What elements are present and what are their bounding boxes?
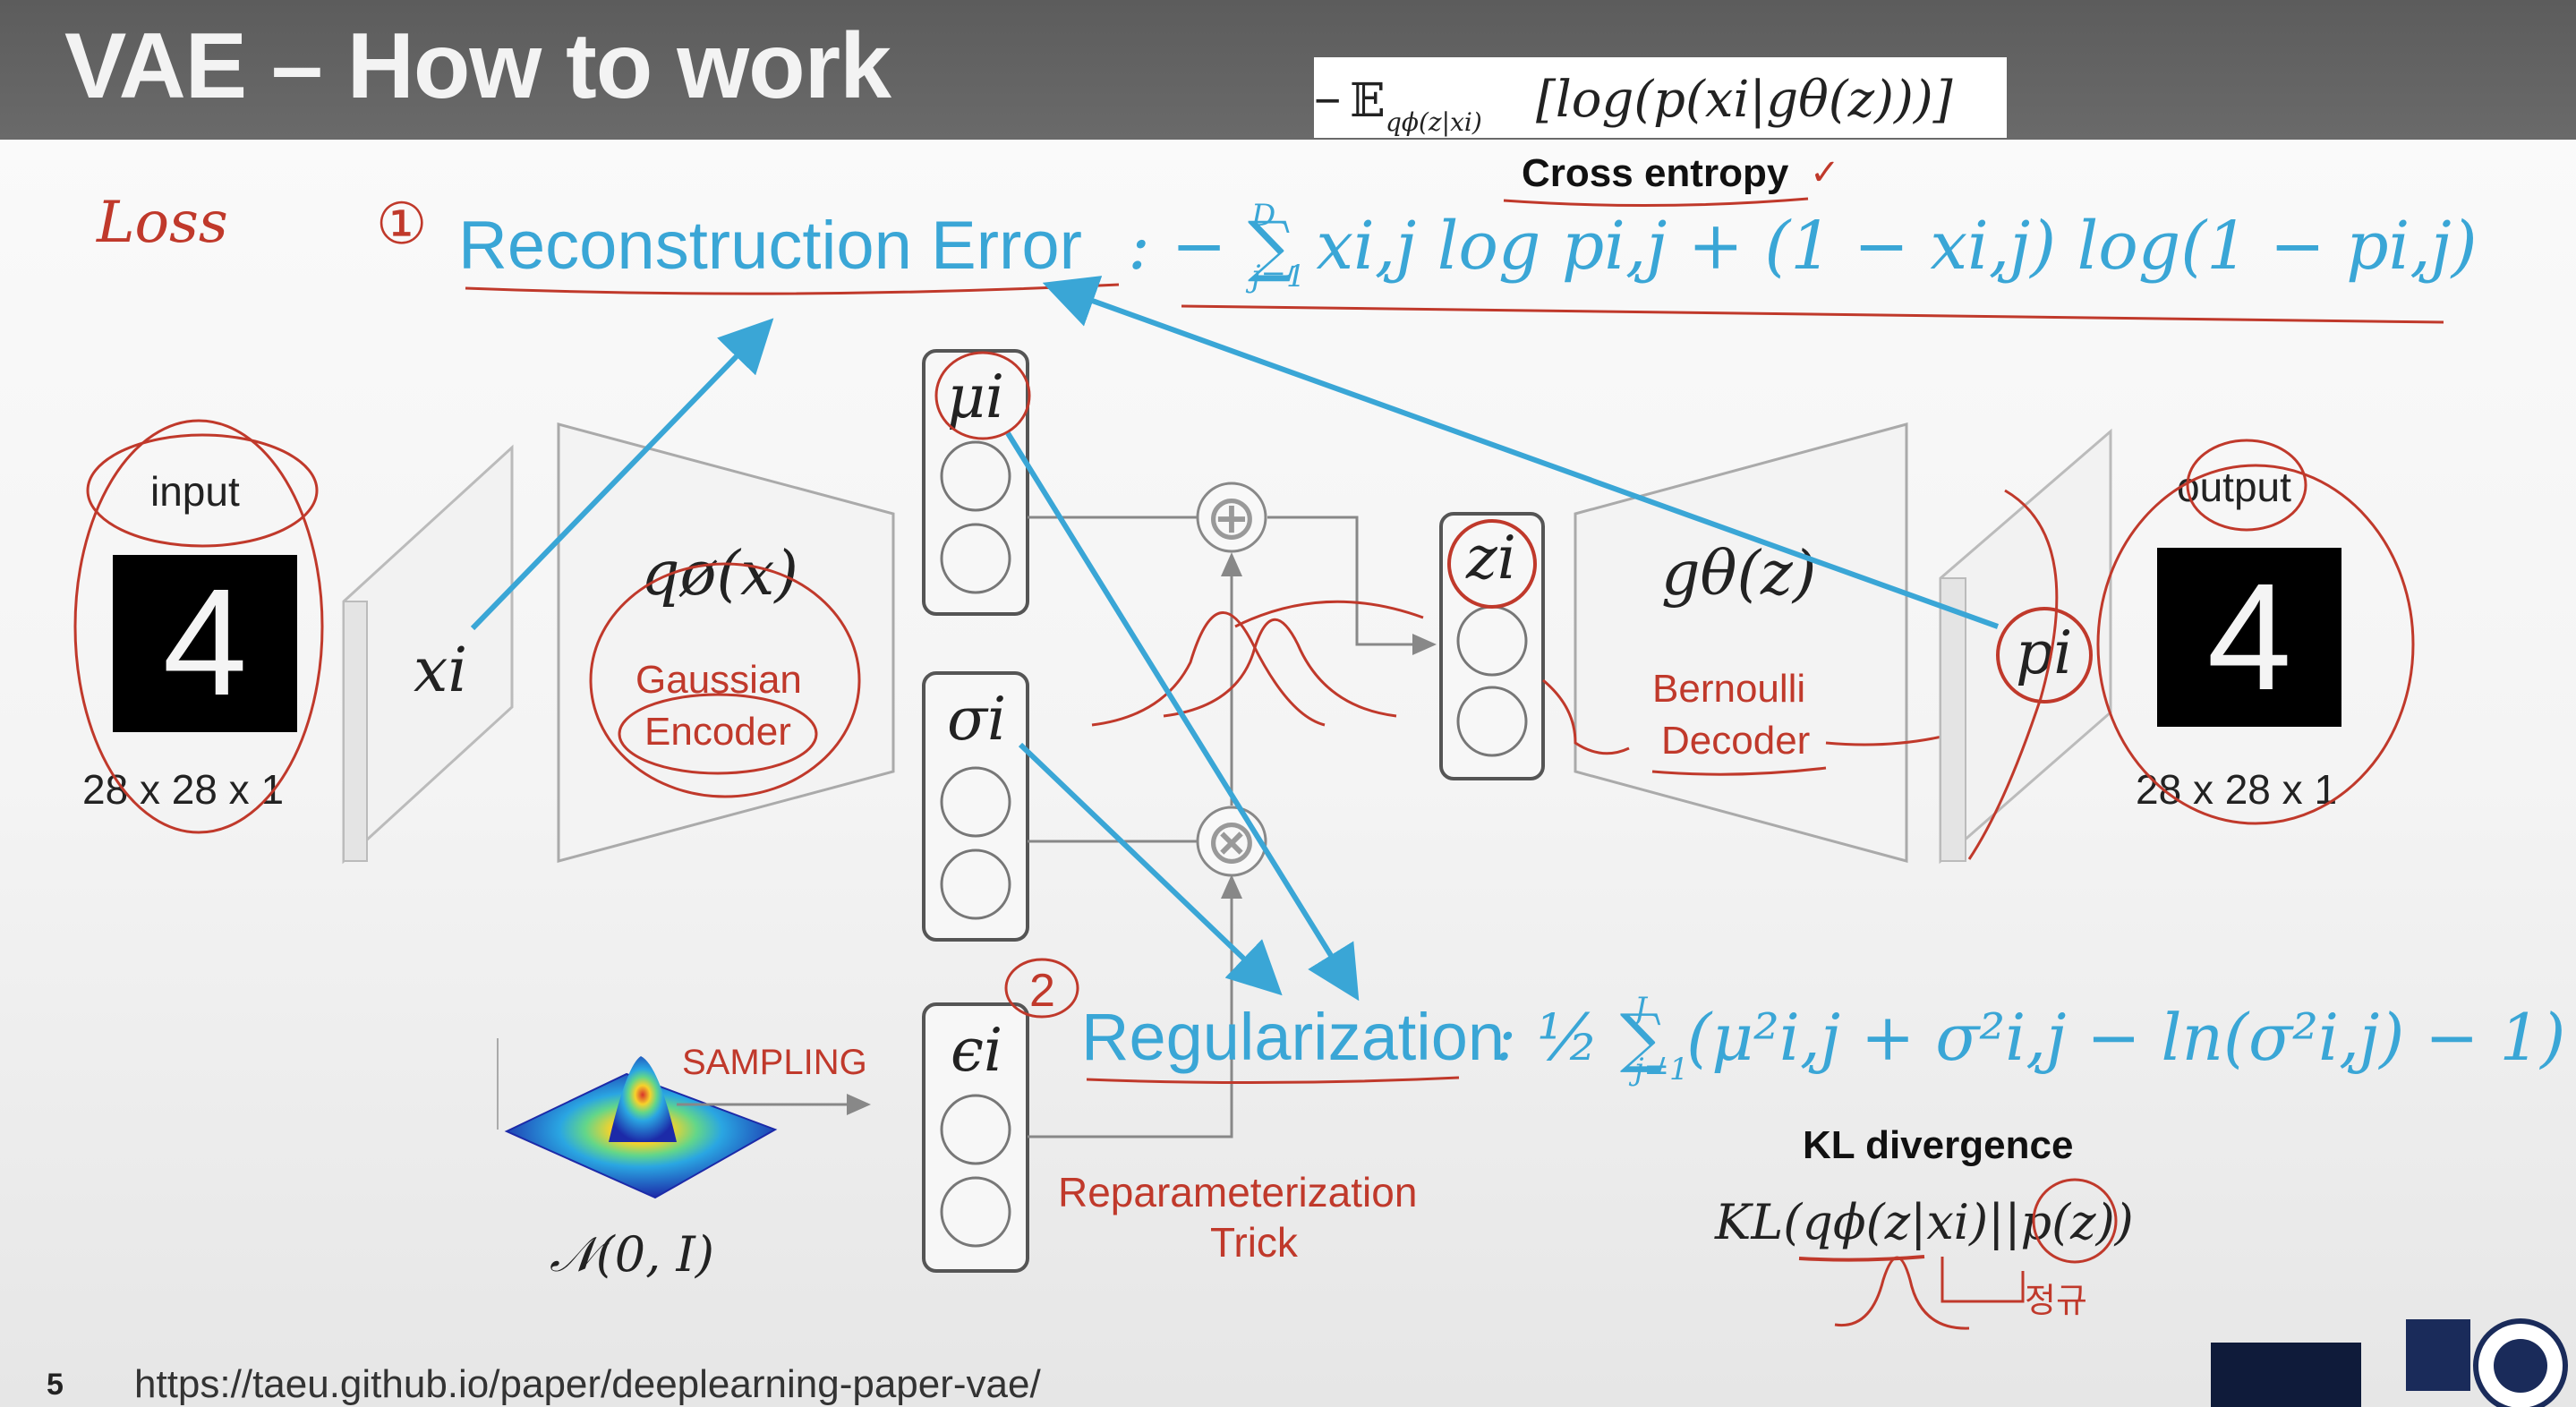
kl-bracket-sketch — [1941, 1257, 2025, 1303]
decoder-name-line1: Bernoulli — [1652, 667, 1805, 711]
reconstruction-sum-lower: j=1 — [1245, 259, 1306, 294]
annotation-number-2: 2 — [1029, 965, 1055, 1017]
normal-distribution-label: 𝒩(0, I) — [550, 1226, 714, 1283]
kl-underline — [1798, 1255, 1925, 1262]
encoder-name-line2: Encoder — [644, 710, 791, 754]
encoder-function: qø(x) — [641, 539, 798, 610]
reconstruction-error-formula: : − ∑ xi,j log pi,j + (1 − xi,j) log(1 −… — [1128, 208, 2478, 285]
check-mark: ✓ — [1810, 153, 1840, 192]
cross-entropy-underline — [1503, 197, 1809, 208]
gaussian-sketch-2 — [1163, 618, 1397, 718]
source-url-link[interactable]: https://taeu.github.io/paper/deeplearnin… — [134, 1362, 1041, 1407]
expectation-subscript: qϕ(z|xi) — [1386, 107, 1482, 137]
regularization-sum-lower: j=1 — [1628, 1052, 1689, 1087]
output-digit: 4 — [2207, 552, 2292, 722]
slide-number: 5 — [47, 1368, 64, 1402]
input-layer-slab-edge — [343, 601, 368, 862]
sampling-label: SAMPLING — [682, 1043, 867, 1082]
plus-to-z-line — [1267, 516, 1437, 655]
encoder-input-var: xi — [414, 635, 467, 706]
kl-gaussian-sketch — [1834, 1256, 1970, 1330]
input-label: input — [150, 468, 240, 515]
decoder-name-line2: Decoder — [1661, 719, 1810, 763]
university-seal-center — [2494, 1339, 2547, 1393]
regularization-label: Regularization — [1081, 1000, 1505, 1074]
reparam-line1: Reparameterization — [1058, 1169, 1417, 1215]
reconstruction-formula-underline — [1181, 304, 2444, 324]
loss-annotation: Loss — [96, 190, 228, 256]
expectation-minus: − — [1314, 75, 1341, 127]
lab-logo — [2211, 1343, 2361, 1407]
plus-symbol: ⊕ — [1206, 482, 1258, 552]
z-label: zi — [1465, 524, 1516, 593]
kl-note: 정규 — [2025, 1283, 2087, 1320]
sketch-arrow-to-z — [1234, 600, 1424, 628]
decoder-function: gθ(z) — [1661, 539, 1816, 610]
reconstruction-underline — [465, 283, 1120, 295]
vae-diagram: − 𝔼 qϕ(z|xi) [log(p(xi|gθ(z)))] Cross en… — [73, 57, 2568, 1407]
expectation-body: [log(p(xi|gθ(z)))] — [1536, 71, 1953, 129]
lab-logo-mark — [2406, 1319, 2470, 1391]
decoder-output-var: pi — [2016, 618, 2072, 687]
reconstruction-sum-upper: D — [1250, 198, 1275, 234]
output-label: output — [2177, 464, 2291, 510]
reconstruction-error-label: Reconstruction Error — [458, 208, 1082, 284]
annotation-number-1: ① — [376, 192, 427, 256]
expectation-symbol: 𝔼 — [1350, 74, 1386, 128]
epsilon-label: ϵi — [951, 1016, 1002, 1085]
output-size: 28 x 28 x 1 — [2136, 766, 2337, 813]
times-symbol: ⊗ — [1206, 806, 1258, 876]
input-digit: 4 — [163, 558, 248, 728]
output-layer-slab-edge — [1940, 577, 1966, 862]
cross-entropy-label: Cross entropy — [1522, 151, 1789, 195]
regularization-underline — [1086, 1076, 1460, 1085]
kl-title: KL divergence — [1803, 1123, 2073, 1167]
mu-label: μi — [947, 362, 1004, 431]
kl-formula: KL(qϕ(z|xi)||p(z)) — [1714, 1194, 2134, 1250]
reparam-line2: Trick — [1210, 1219, 1299, 1266]
sigma-label: σi — [947, 685, 1006, 754]
